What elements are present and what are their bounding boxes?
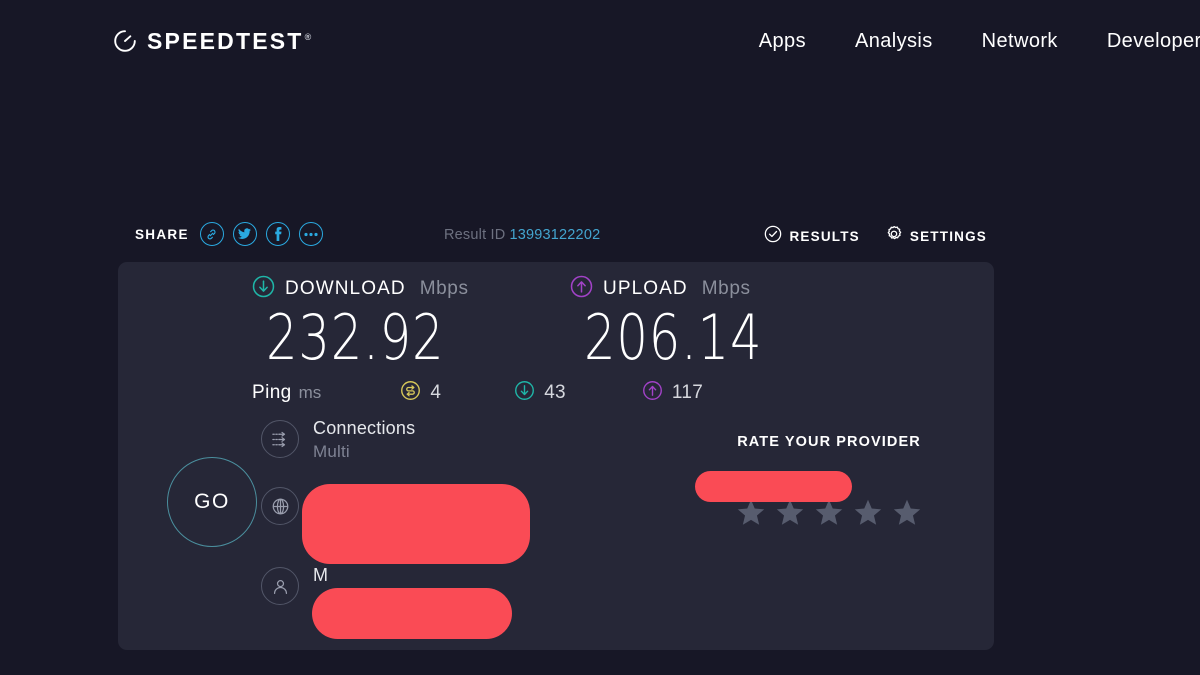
person-icon [261, 567, 299, 605]
download-header: DOWNLOAD Mbps [252, 275, 552, 303]
idle-latency-icon [400, 380, 421, 406]
download-title: DOWNLOAD [285, 278, 406, 299]
go-button-wrapper: GO [145, 455, 279, 549]
settings-label: SETTINGS [909, 229, 987, 244]
share-twitter-button[interactable] [232, 222, 257, 246]
star-3[interactable] [815, 499, 843, 531]
result-id: Result ID 13993122202 [444, 227, 600, 243]
ping-row: Ping ms 4 43 117 [252, 380, 703, 406]
result-toolbar: SHARE Result ID 13993122202 RESULTS SETT… [118, 222, 994, 254]
download-value: 232.92 [266, 301, 445, 374]
gear-icon [885, 225, 903, 248]
share-more-button[interactable] [298, 222, 323, 246]
connections-text: Connections Multi [313, 417, 415, 464]
download-unit: Mbps [419, 278, 469, 299]
nav-item-analysis[interactable]: Analysis [855, 30, 933, 53]
speed-results: DOWNLOAD Mbps 232.92 UPLOAD Mbps 206.14 [118, 262, 994, 412]
ping-idle-value: 4 [430, 382, 442, 403]
provider-redaction-overlay [695, 471, 852, 502]
upload-metric: UPLOAD Mbps 206.14 [570, 275, 870, 374]
ellipsis-icon [304, 232, 318, 237]
globe-icon [261, 487, 299, 525]
settings-button[interactable]: SETTINGS [885, 225, 987, 248]
multi-connections-icon [261, 420, 299, 458]
arrow-down-circle-icon [514, 380, 535, 406]
ping-download: 43 [514, 380, 566, 406]
ping-unit: ms [298, 383, 322, 402]
rate-provider-title: RATE YOUR PROVIDER [737, 434, 921, 450]
speedometer-icon [112, 28, 138, 54]
arrow-up-circle-icon [570, 275, 593, 303]
link-icon [205, 228, 218, 241]
main-navigation: Apps Analysis Network Developers [759, 30, 1200, 53]
arrow-up-circle-icon [642, 380, 663, 406]
share-group: SHARE [135, 222, 323, 246]
isp-redaction-overlay [302, 484, 530, 564]
go-button[interactable]: GO [167, 457, 257, 547]
connections-value: Multi [313, 442, 350, 461]
nav-item-apps[interactable]: Apps [759, 30, 806, 53]
share-label: SHARE [135, 226, 189, 242]
rate-provider-stars [684, 499, 974, 531]
ping-idle: 4 [400, 380, 441, 406]
upload-value: 206.14 [584, 301, 763, 374]
result-id-value[interactable]: 13993122202 [509, 227, 600, 243]
go-button-label: GO [194, 490, 230, 513]
server-text: M [313, 564, 328, 587]
connections-title: Connections [313, 418, 416, 438]
brand-trademark: ® [304, 31, 312, 42]
upload-header: UPLOAD Mbps [570, 275, 870, 303]
star-4[interactable] [854, 499, 882, 531]
facebook-icon [274, 227, 282, 241]
arrow-down-circle-icon [252, 275, 275, 303]
toolbar-actions: RESULTS SETTINGS [764, 225, 987, 248]
upload-unit: Mbps [701, 278, 751, 299]
results-button[interactable]: RESULTS [764, 225, 859, 248]
brand-logo[interactable]: SPEEDTEST® [112, 28, 311, 54]
check-circle-icon [764, 225, 782, 248]
twitter-icon [238, 228, 252, 240]
result-id-label: Result ID [444, 227, 506, 243]
result-card: DOWNLOAD Mbps 232.92 UPLOAD Mbps 206.14 [118, 262, 994, 650]
download-metric: DOWNLOAD Mbps 232.92 [252, 275, 552, 374]
ping-label: Ping [252, 382, 292, 403]
share-facebook-button[interactable] [265, 222, 290, 246]
page-header: SPEEDTEST® Apps Analysis Network Develop… [0, 0, 1200, 88]
ping-upload: 117 [642, 380, 703, 406]
star-1[interactable] [737, 499, 765, 531]
nav-item-developers[interactable]: Developers [1107, 30, 1200, 53]
ping-download-value: 43 [544, 382, 566, 403]
ping-upload-value: 117 [671, 382, 704, 403]
connections-row[interactable]: Connections Multi [261, 417, 681, 473]
share-link-button[interactable] [199, 222, 224, 246]
star-2[interactable] [776, 499, 804, 531]
results-label: RESULTS [789, 229, 860, 244]
server-title: M [313, 565, 329, 585]
nav-item-network[interactable]: Network [982, 30, 1058, 53]
server-redaction-overlay [312, 588, 512, 639]
star-5[interactable] [893, 499, 921, 531]
upload-title: UPLOAD [603, 278, 688, 299]
brand-name: SPEEDTEST® [147, 27, 312, 54]
